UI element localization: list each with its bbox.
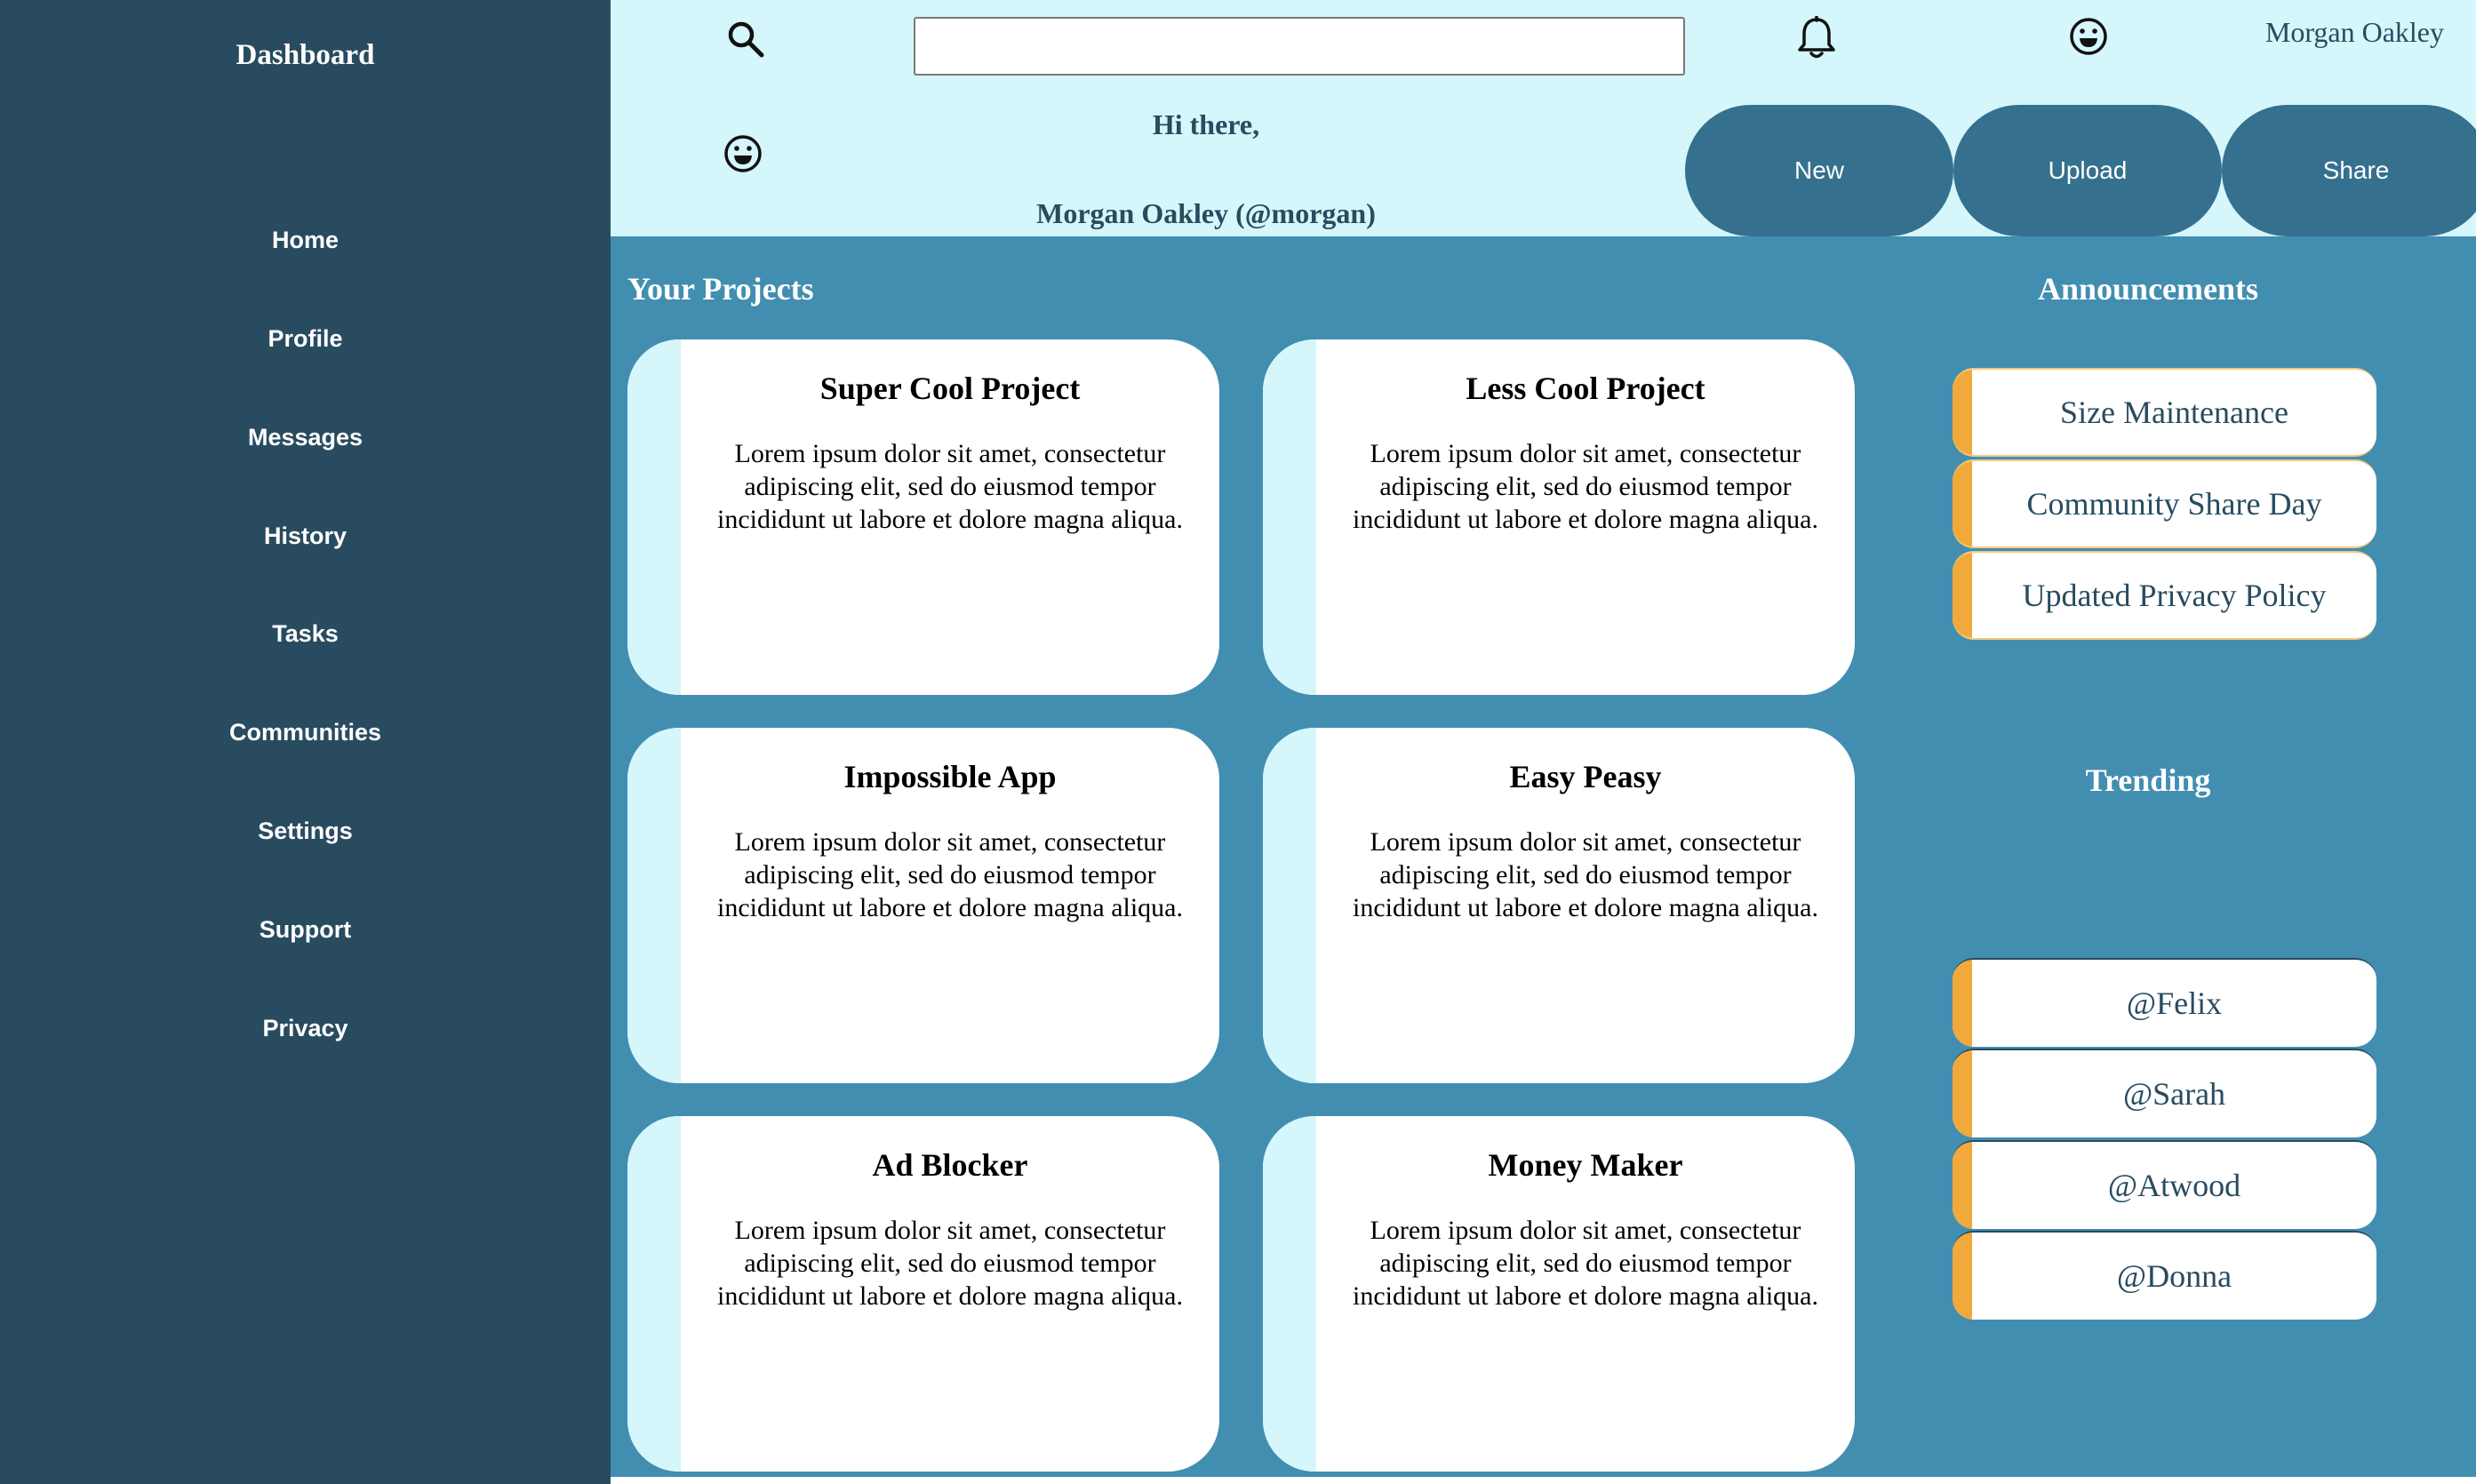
project-description: Lorem ipsum dolor sit amet, consectetur … xyxy=(1352,1216,1818,1311)
projects-title: Your Projects xyxy=(627,271,814,307)
project-title: Impossible App xyxy=(843,759,1057,794)
pill-accent xyxy=(1953,553,1972,638)
new-button[interactable]: New xyxy=(1685,105,1953,236)
trending-item[interactable]: @Felix xyxy=(1953,958,2376,1047)
pill-accent xyxy=(1953,1142,1972,1229)
project-title: Ad Blocker xyxy=(872,1147,1028,1183)
sidebar-item-messages[interactable]: Messages xyxy=(0,422,611,452)
bell-icon[interactable] xyxy=(1796,15,1837,60)
project-description: Lorem ipsum dolor sit amet, consectetur … xyxy=(716,1216,1183,1311)
project-title: Super Cool Project xyxy=(819,371,1081,406)
announcement-item[interactable]: Size Maintenance xyxy=(1953,368,2376,457)
sidebar-item-home[interactable]: Home xyxy=(0,225,611,255)
card-stripe xyxy=(1263,728,1316,1083)
share-button[interactable]: Share xyxy=(2222,105,2476,236)
main-content: Your Projects Super Cool Project Lorem i… xyxy=(611,236,2476,1477)
sidebar-item-support[interactable]: Support xyxy=(0,914,611,945)
user-handle: Morgan Oakley (@morgan) xyxy=(1036,197,1376,229)
project-title: Easy Peasy xyxy=(1509,759,1662,794)
project-title: Money Maker xyxy=(1488,1147,1683,1183)
announcement-label: Community Share Day xyxy=(2026,486,2322,522)
search-input[interactable] xyxy=(914,17,1685,76)
user-name[interactable]: Morgan Oakley xyxy=(2265,16,2444,49)
trending-label: @Sarah xyxy=(2122,1076,2226,1112)
project-card[interactable]: Less Cool Project Lorem ipsum dolor sit … xyxy=(1263,339,1855,695)
trending-title: Trending xyxy=(2085,762,2211,798)
card-stripe xyxy=(627,1116,681,1472)
trending-item[interactable]: @Atwood xyxy=(1953,1140,2376,1229)
pill-accent xyxy=(1953,960,1972,1047)
pill-accent xyxy=(1953,1233,1972,1320)
search-icon[interactable] xyxy=(726,20,765,59)
announcement-item[interactable]: Community Share Day xyxy=(1953,459,2376,548)
project-card[interactable]: Easy Peasy Lorem ipsum dolor sit amet, c… xyxy=(1263,728,1855,1083)
card-stripe xyxy=(627,728,681,1083)
project-card[interactable]: Ad Blocker Lorem ipsum dolor sit amet, c… xyxy=(627,1116,1219,1472)
project-description: Lorem ipsum dolor sit amet, consectetur … xyxy=(716,827,1183,922)
dashboard-title: Dashboard xyxy=(236,39,375,71)
project-card[interactable]: Impossible App Lorem ipsum dolor sit ame… xyxy=(627,728,1219,1083)
sidebar-item-settings[interactable]: Settings xyxy=(0,816,611,846)
project-description: Lorem ipsum dolor sit amet, consectetur … xyxy=(716,439,1183,534)
trending-label: @Felix xyxy=(2126,985,2223,1021)
project-card[interactable]: Super Cool Project Lorem ipsum dolor sit… xyxy=(627,339,1219,695)
project-title: Less Cool Project xyxy=(1466,371,1705,406)
trending-item[interactable]: @Donna xyxy=(1953,1231,2376,1320)
pill-accent xyxy=(1953,1050,1972,1137)
sidebar-item-communities[interactable]: Communities xyxy=(0,717,611,747)
trending-item[interactable]: @Sarah xyxy=(1953,1049,2376,1137)
project-description: Lorem ipsum dolor sit amet, consectetur … xyxy=(1352,827,1818,922)
avatar-smile-icon[interactable] xyxy=(2068,16,2109,57)
sidebar-item-profile[interactable]: Profile xyxy=(0,323,611,354)
sidebar-item-privacy[interactable]: Privacy xyxy=(0,1013,611,1043)
trending-label: @Atwood xyxy=(2107,1168,2241,1203)
trending-label: @Donna xyxy=(2116,1258,2232,1294)
greeting-text: Hi there, xyxy=(1152,108,1260,140)
upload-button[interactable]: Upload xyxy=(1953,105,2222,236)
profile-smile-icon xyxy=(723,133,763,174)
announcement-label: Updated Privacy Policy xyxy=(2022,578,2327,613)
project-description: Lorem ipsum dolor sit amet, consectetur … xyxy=(1352,439,1818,534)
card-stripe xyxy=(1263,339,1316,695)
card-stripe xyxy=(1263,1116,1316,1472)
project-card[interactable]: Money Maker Lorem ipsum dolor sit amet, … xyxy=(1263,1116,1855,1472)
pill-accent xyxy=(1953,461,1972,547)
header: Morgan Oakley Hi there, Morgan Oakley (@… xyxy=(611,0,2476,236)
sidebar: Dashboard Home Profile Messages History … xyxy=(0,0,611,1484)
pill-accent xyxy=(1953,370,1972,455)
sidebar-item-history[interactable]: History xyxy=(0,521,611,551)
sidebar-item-tasks[interactable]: Tasks xyxy=(0,618,611,649)
card-stripe xyxy=(627,339,681,695)
announcement-label: Size Maintenance xyxy=(2060,395,2288,430)
announcements-title: Announcements xyxy=(2037,271,2259,307)
announcement-item[interactable]: Updated Privacy Policy xyxy=(1953,551,2376,640)
